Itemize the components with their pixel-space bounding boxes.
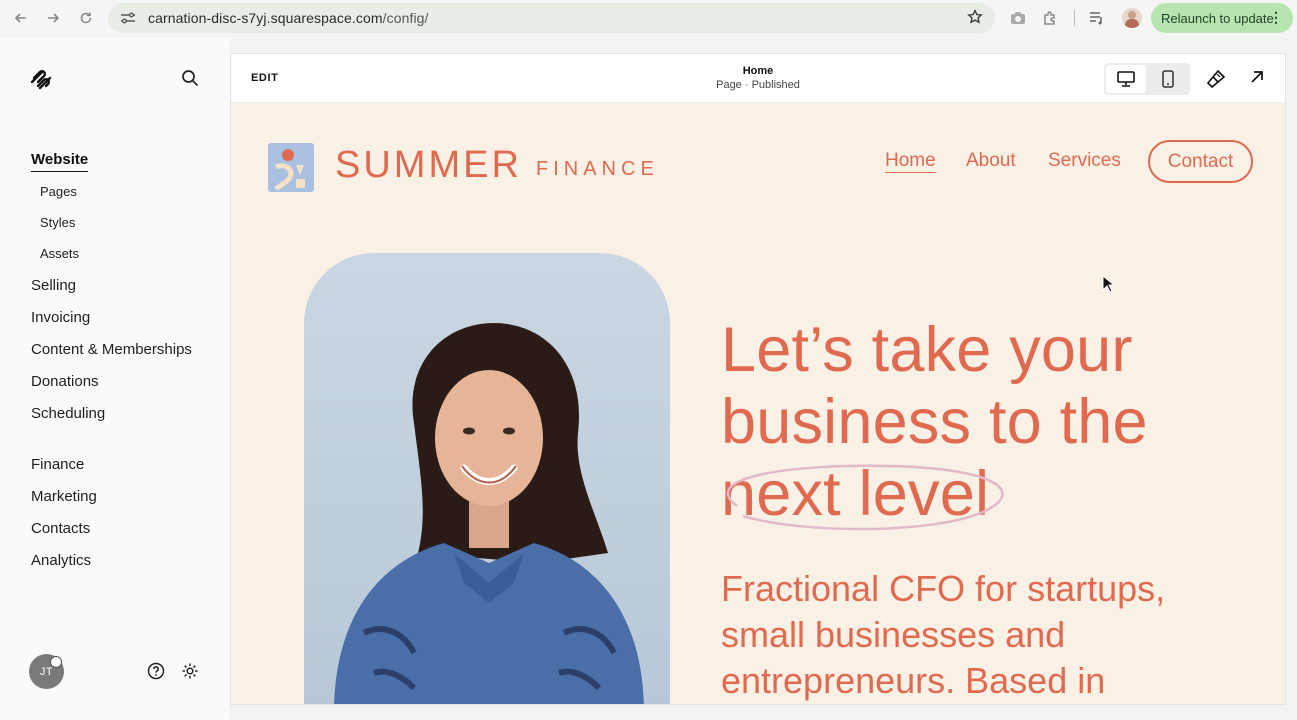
url-text: carnation-disc-s7yj.squarespace.com/conf… <box>148 10 429 26</box>
url-path: /config/ <box>382 10 429 26</box>
sidebar-item-selling[interactable]: Selling <box>31 277 76 294</box>
page-editor: EDIT Home Page · Published SUMMER FINANC <box>231 54 1285 704</box>
sidebar-item-marketing[interactable]: Marketing <box>31 488 97 505</box>
sidebar-item-website[interactable]: Website <box>31 151 89 172</box>
hand-drawn-circle-decoration <box>727 464 1004 531</box>
kebab-menu-icon[interactable]: ⋮ <box>1269 9 1283 26</box>
mouse-cursor-icon <box>1102 274 1116 293</box>
url-host: carnation-disc-s7yj.squarespace.com <box>148 10 383 26</box>
sidebar-item-scheduling[interactable]: Scheduling <box>31 405 105 422</box>
mobile-view-icon[interactable] <box>1148 65 1188 93</box>
hero-portrait-image <box>304 253 670 704</box>
paintbrush-icon[interactable] <box>1206 69 1226 89</box>
desktop-view-icon[interactable] <box>1106 65 1146 93</box>
relaunch-label: Relaunch to update <box>1161 10 1274 26</box>
site-nav-home[interactable]: Home <box>885 150 936 172</box>
browser-profile-avatar[interactable] <box>1122 8 1142 28</box>
sidebar-item-donations[interactable]: Donations <box>31 373 99 390</box>
reload-icon[interactable] <box>75 7 97 29</box>
forward-arrow-icon[interactable] <box>42 7 64 29</box>
brand-name-primary[interactable]: SUMMER <box>335 144 522 187</box>
editor-toolbar: EDIT Home Page · Published <box>231 54 1285 103</box>
search-icon[interactable] <box>181 69 201 89</box>
relaunch-button[interactable]: Relaunch to update ⋮ <box>1151 3 1293 33</box>
sidebar-item-contacts[interactable]: Contacts <box>31 520 90 537</box>
camera-icon[interactable] <box>1009 9 1027 27</box>
open-external-arrow-icon[interactable] <box>1249 69 1267 87</box>
bookmark-star-icon[interactable] <box>967 8 983 30</box>
sidebar: Website Pages Styles Assets Selling Invo… <box>0 38 230 720</box>
toolbar-separator <box>1074 10 1075 26</box>
address-bar[interactable]: carnation-disc-s7yj.squarespace.com/conf… <box>108 3 995 33</box>
media-queue-icon[interactable] <box>1088 9 1106 27</box>
sidebar-item-finance[interactable]: Finance <box>31 456 84 473</box>
gear-icon[interactable] <box>181 662 199 680</box>
sidebar-subitem-assets[interactable]: Assets <box>40 246 79 261</box>
sidebar-item-analytics[interactable]: Analytics <box>31 552 91 569</box>
device-toggle <box>1104 63 1190 95</box>
site-settings-icon[interactable] <box>120 10 136 26</box>
account-badge-icon <box>50 656 62 668</box>
sidebar-item-invoicing[interactable]: Invoicing <box>31 309 90 326</box>
hero-subheadline[interactable]: Fractional CFO for startups, small busin… <box>721 566 1221 704</box>
help-icon[interactable] <box>147 662 165 680</box>
sidebar-item-content-memberships[interactable]: Content & Memberships <box>31 341 192 358</box>
contact-button[interactable]: Contact <box>1148 140 1253 183</box>
browser-toolbar: carnation-disc-s7yj.squarespace.com/conf… <box>0 0 1297 38</box>
back-arrow-icon[interactable] <box>10 7 32 29</box>
site-nav-about[interactable]: About <box>966 150 1016 172</box>
extensions-puzzle-icon[interactable] <box>1041 9 1059 27</box>
sidebar-subitem-pages[interactable]: Pages <box>40 184 77 199</box>
squarespace-logo-icon[interactable] <box>30 68 52 90</box>
site-nav-services[interactable]: Services <box>1048 150 1121 172</box>
sidebar-subitem-styles[interactable]: Styles <box>40 215 75 230</box>
summer-finance-logo-icon[interactable] <box>268 143 314 192</box>
brand-name-secondary[interactable]: FINANCE <box>536 158 659 181</box>
